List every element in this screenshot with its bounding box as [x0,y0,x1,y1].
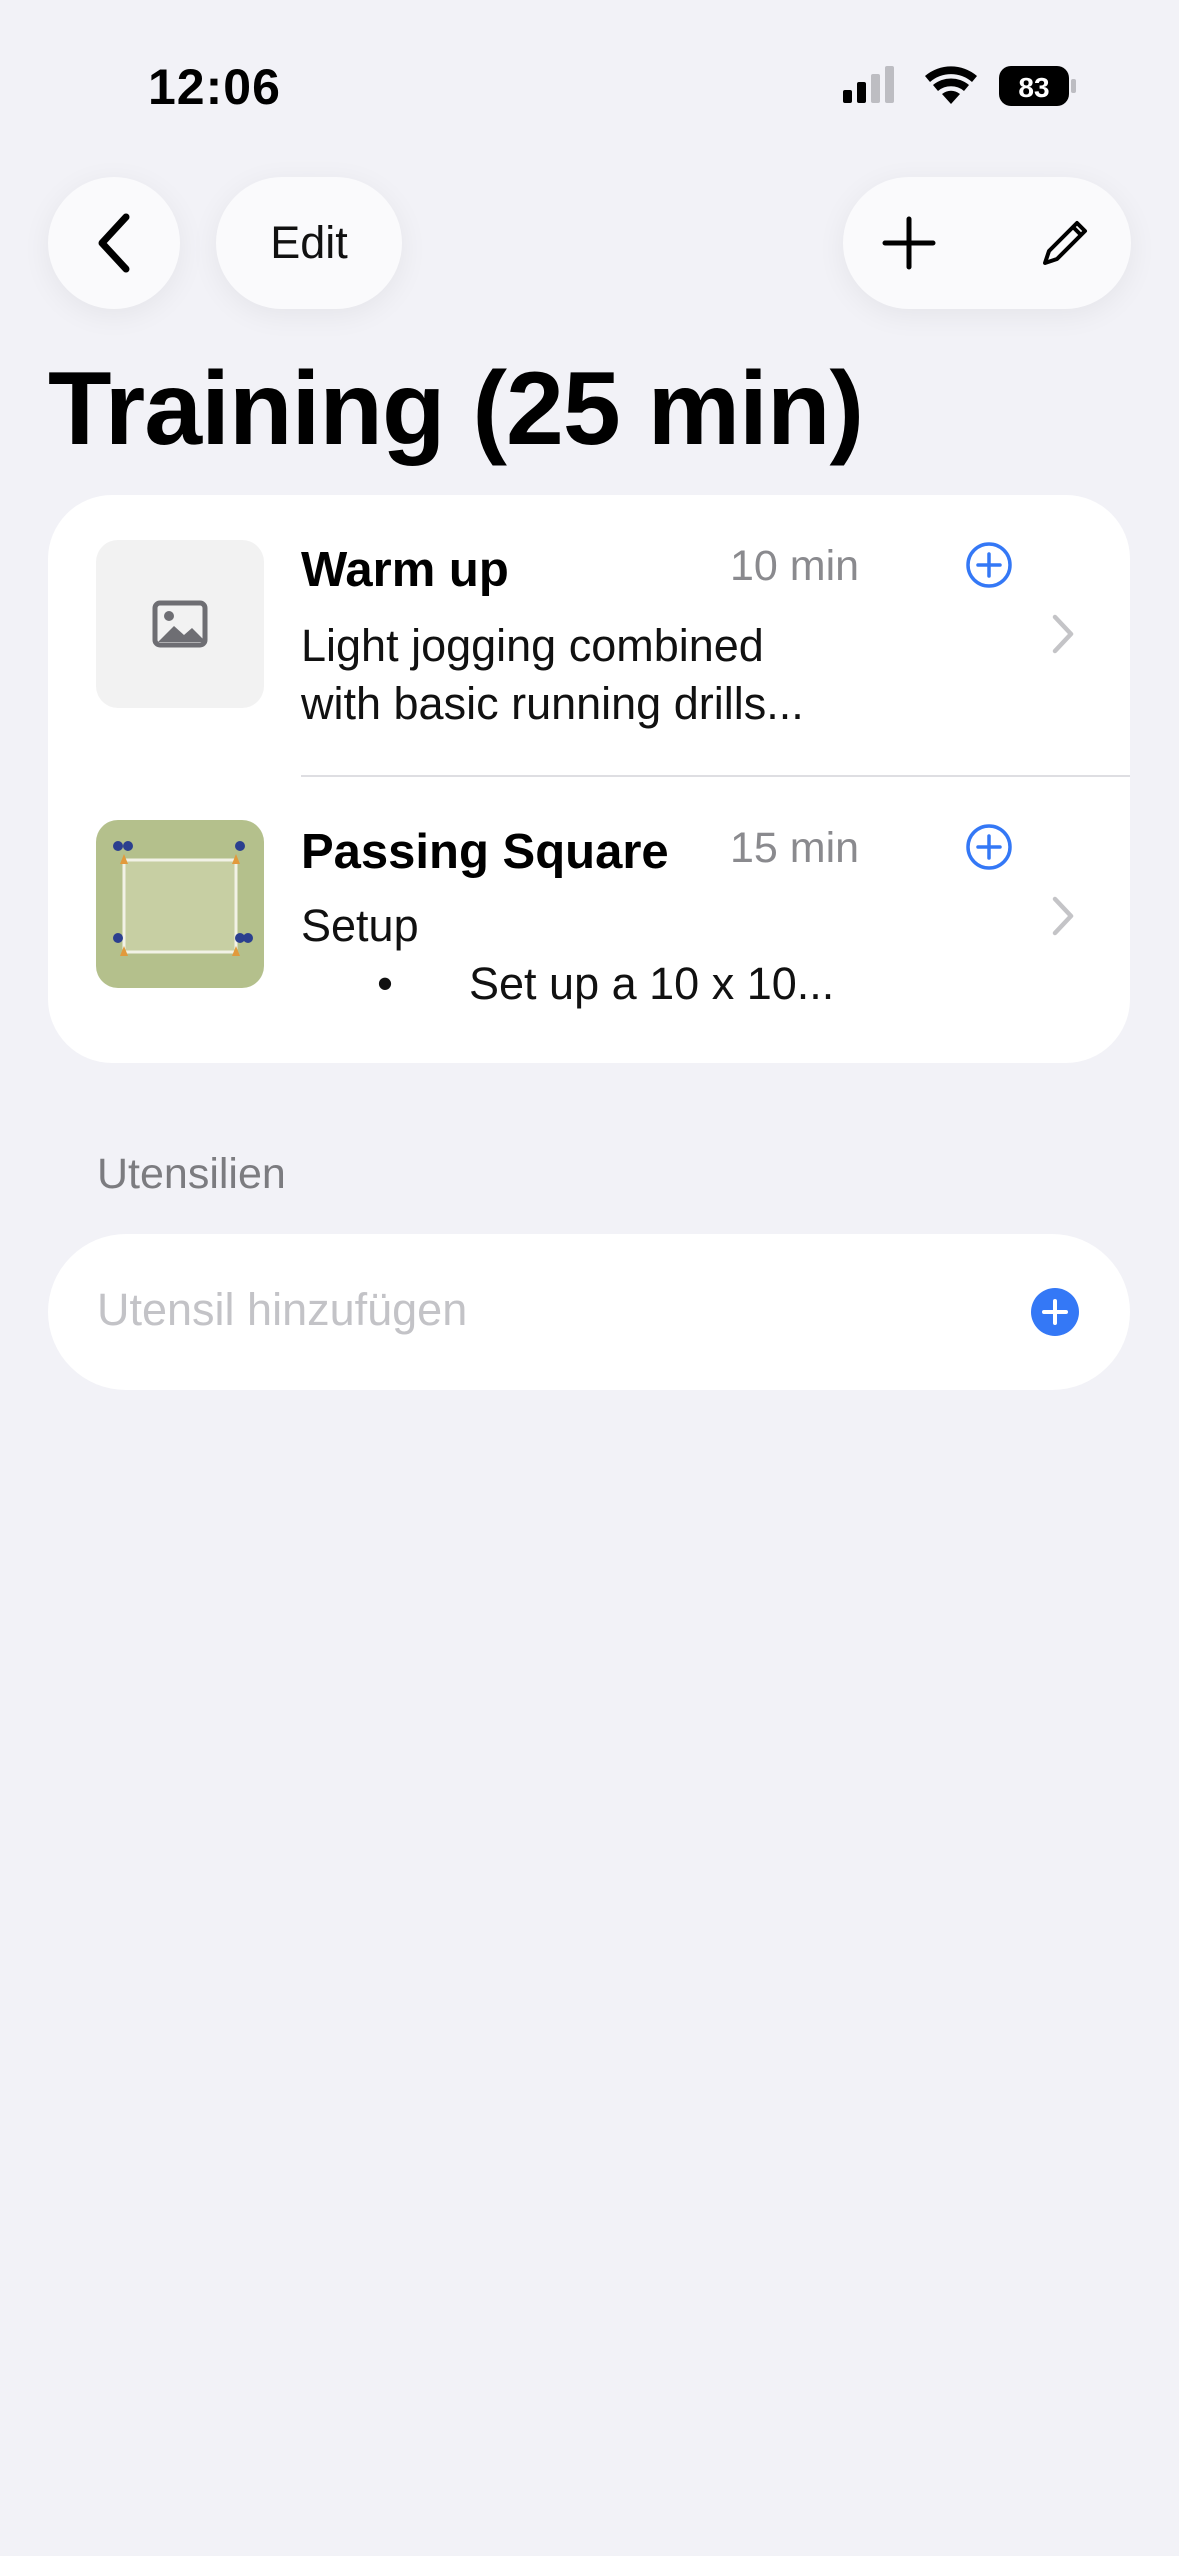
page-title: Training (25 min) [48,351,864,467]
status-icons: 83 [843,66,1076,106]
pencil-icon[interactable] [1037,215,1093,271]
battery-level: 83 [1018,72,1049,103]
action-pill [843,177,1131,309]
description-line: Setup [301,900,419,951]
exercise-list: Warm up 10 min Light jogging combined wi… [48,495,1130,1063]
status-bar: 12:06 83 [0,0,1179,170]
back-button[interactable] [48,177,180,309]
add-filled-icon[interactable] [1030,1287,1080,1337]
plus-icon[interactable] [881,215,937,271]
chevron-right-icon [1052,614,1074,654]
exercise-description: Setup • Set up a 10 x 10... [301,897,901,1013]
chevron-left-icon [98,213,130,273]
status-time: 12:06 [148,59,281,115]
exercise-title: Passing Square [301,825,669,879]
exercise-description: Light jogging combined with basic runnin… [301,617,861,733]
chevron-right-icon [1052,896,1074,936]
bullet-text: Set up a 10 x 10... [469,958,835,1009]
description-line: with basic running drills... [301,678,804,729]
bullet: • [377,958,393,1009]
image-placeholder-icon [96,540,264,708]
passing-square-thumbnail [96,820,264,988]
exercise-row[interactable]: Warm up 10 min Light jogging combined wi… [48,495,1130,775]
add-equipment-placeholder[interactable]: Utensil hinzufügen [97,1284,467,1336]
exercise-duration: 10 min [730,542,860,590]
exercise-row[interactable]: Passing Square 15 min Setup • Set up a 1… [48,777,1130,1063]
section-label-equipment: Utensilien [97,1150,286,1198]
description-line: Light jogging combined [301,620,764,671]
cellular-signal-icon [843,66,894,103]
exercise-title: Warm up [301,543,509,597]
edit-button[interactable]: Edit [216,177,402,309]
wifi-icon [925,66,977,104]
battery-icon: 83 [999,66,1076,106]
add-circle-icon[interactable] [964,822,1014,872]
add-equipment-row[interactable]: Utensil hinzufügen [48,1234,1130,1390]
description-bullet-line: • Set up a 10 x 10... [301,955,901,1013]
add-circle-icon[interactable] [964,540,1014,590]
exercise-duration: 15 min [730,824,860,872]
